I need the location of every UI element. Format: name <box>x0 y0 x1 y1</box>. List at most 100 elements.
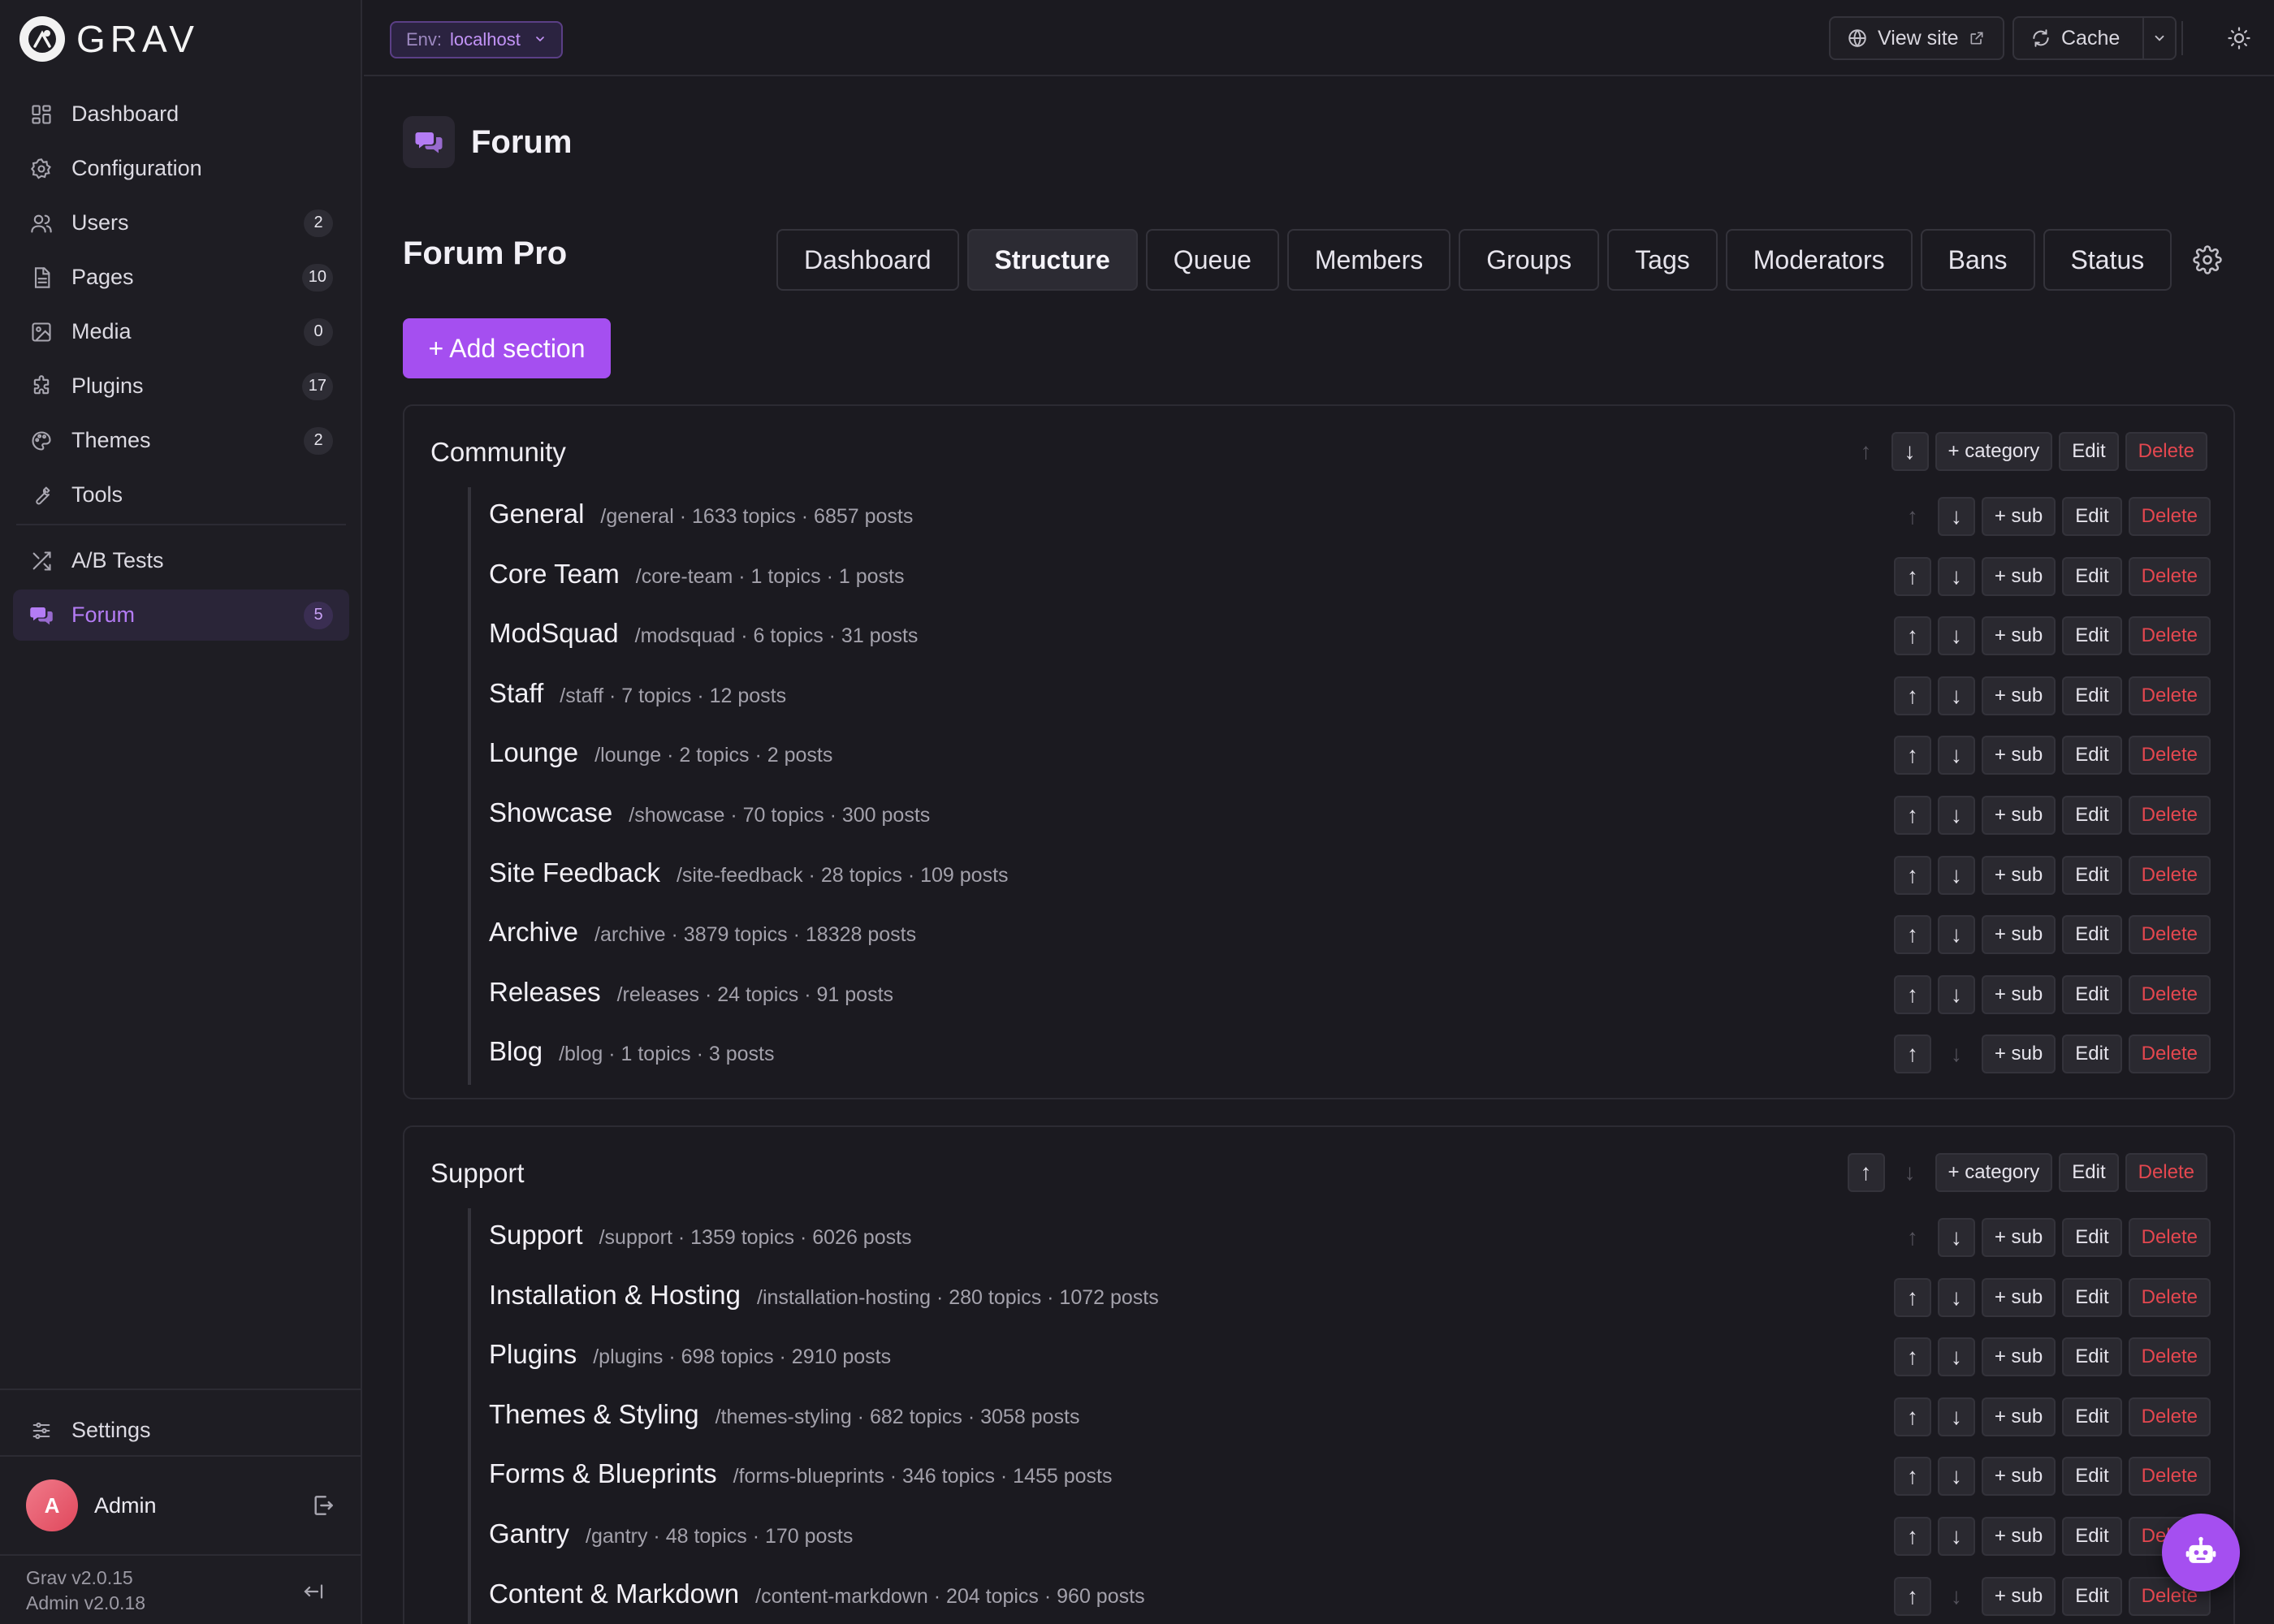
sidebar-item-plugins[interactable]: Plugins 17 <box>13 361 349 412</box>
category-name[interactable]: ModSquad <box>489 618 619 649</box>
sun-icon[interactable] <box>2224 23 2255 54</box>
cache-dropdown-button[interactable] <box>2142 16 2177 60</box>
sidebar-item-tools[interactable]: Tools <box>13 469 349 520</box>
category-name[interactable]: Showcase <box>489 797 612 828</box>
move-category-up-button[interactable]: ↑ <box>1893 915 1931 955</box>
add-subcategory-button[interactable]: + sub <box>1981 736 2056 775</box>
delete-section-button[interactable]: Delete <box>2125 432 2207 471</box>
add-subcategory-button[interactable]: + sub <box>1981 1457 2056 1497</box>
move-category-up-button[interactable]: ↑ <box>1893 736 1931 775</box>
move-category-up-button[interactable]: ↑ <box>1893 1576 1931 1616</box>
edit-category-button[interactable]: Edit <box>2062 795 2122 835</box>
move-category-down-button[interactable]: ↓ <box>1937 1337 1975 1377</box>
edit-category-button[interactable]: Edit <box>2062 736 2122 775</box>
sidebar-item-a-b-tests[interactable]: A/B Tests <box>13 535 349 586</box>
add-subcategory-button[interactable]: + sub <box>1981 855 2056 895</box>
add-subcategory-button[interactable]: + sub <box>1981 1576 2056 1616</box>
tab-tags[interactable]: Tags <box>1607 229 1718 291</box>
move-category-down-button[interactable]: ↓ <box>1937 1277 1975 1317</box>
tab-status[interactable]: Status <box>2043 229 2172 291</box>
add-subcategory-button[interactable]: + sub <box>1981 1516 2056 1556</box>
move-category-down-button[interactable]: ↓ <box>1937 1397 1975 1436</box>
delete-category-button[interactable]: Delete <box>2128 915 2211 955</box>
category-name[interactable]: Site Feedback <box>489 857 660 888</box>
add-subcategory-button[interactable]: + sub <box>1981 974 2056 1014</box>
add-subcategory-button[interactable]: + sub <box>1981 1277 2056 1317</box>
delete-category-button[interactable]: Delete <box>2128 1397 2211 1436</box>
sidebar-item-themes[interactable]: Themes 2 <box>13 415 349 466</box>
add-category-button[interactable]: + category <box>1935 432 2053 471</box>
add-subcategory-button[interactable]: + sub <box>1981 676 2056 715</box>
move-category-up-button[interactable]: ↑ <box>1893 795 1931 835</box>
move-category-up-button[interactable]: ↑ <box>1893 1337 1931 1377</box>
delete-category-button[interactable]: Delete <box>2128 974 2211 1014</box>
tab-queue[interactable]: Queue <box>1145 229 1279 291</box>
logout-icon[interactable] <box>310 1492 336 1518</box>
tab-dashboard[interactable]: Dashboard <box>776 229 959 291</box>
delete-category-button[interactable]: Delete <box>2128 795 2211 835</box>
add-subcategory-button[interactable]: + sub <box>1981 1218 2056 1257</box>
move-category-down-button[interactable]: ↓ <box>1938 1034 1975 1073</box>
edit-category-button[interactable]: Edit <box>2062 1218 2122 1257</box>
tab-groups[interactable]: Groups <box>1459 229 1600 291</box>
add-subcategory-button[interactable]: + sub <box>1981 497 2056 536</box>
edit-category-button[interactable]: Edit <box>2062 1034 2122 1074</box>
category-name[interactable]: Support <box>489 1220 583 1250</box>
add-section-button[interactable]: + Add section <box>403 318 611 378</box>
delete-category-button[interactable]: Delete <box>2128 1337 2211 1377</box>
move-section-down-button[interactable]: ↓ <box>1891 432 1929 471</box>
move-category-down-button[interactable]: ↓ <box>1937 1516 1975 1556</box>
move-category-down-button[interactable]: ↓ <box>1937 616 1975 656</box>
move-category-up-button[interactable]: ↑ <box>1893 974 1931 1014</box>
sidebar-item-dashboard[interactable]: Dashboard <box>13 89 349 140</box>
delete-category-button[interactable]: Delete <box>2128 1277 2211 1317</box>
edit-category-button[interactable]: Edit <box>2062 1277 2122 1317</box>
add-subcategory-button[interactable]: + sub <box>1981 616 2056 656</box>
move-category-up-button[interactable]: ↑ <box>1893 1457 1931 1497</box>
tab-bans[interactable]: Bans <box>1920 229 2035 291</box>
add-subcategory-button[interactable]: + sub <box>1981 1337 2056 1377</box>
category-name[interactable]: Core Team <box>489 559 620 590</box>
sidebar-item-settings[interactable]: Settings <box>13 1405 349 1456</box>
delete-category-button[interactable]: Delete <box>2128 497 2211 536</box>
view-site-button[interactable]: View site <box>1829 16 2004 60</box>
category-name[interactable]: Content & Markdown <box>489 1579 739 1609</box>
edit-category-button[interactable]: Edit <box>2062 676 2122 715</box>
category-name[interactable]: Releases <box>489 977 601 1008</box>
edit-category-button[interactable]: Edit <box>2062 1516 2122 1556</box>
move-category-up-button[interactable]: ↑ <box>1893 1034 1931 1074</box>
move-category-up-button[interactable]: ↑ <box>1893 616 1931 656</box>
delete-section-button[interactable]: Delete <box>2125 1153 2207 1192</box>
add-subcategory-button[interactable]: + sub <box>1981 1397 2056 1436</box>
delete-category-button[interactable]: Delete <box>2128 1034 2211 1074</box>
delete-category-button[interactable]: Delete <box>2128 556 2211 596</box>
move-category-up-button[interactable]: ↑ <box>1893 676 1931 715</box>
move-section-down-button[interactable]: ↓ <box>1891 1153 1929 1192</box>
assistant-bot-button[interactable] <box>2162 1514 2240 1592</box>
user-menu[interactable]: A Admin <box>26 1479 336 1531</box>
move-category-up-button[interactable]: ↑ <box>1894 497 1931 536</box>
sidebar-item-forum[interactable]: Forum 5 <box>13 590 349 641</box>
edit-category-button[interactable]: Edit <box>2062 556 2122 596</box>
move-category-down-button[interactable]: ↓ <box>1937 736 1975 775</box>
sidebar-item-users[interactable]: Users 2 <box>13 197 349 248</box>
edit-section-button[interactable]: Edit <box>2059 432 2119 471</box>
move-section-up-button[interactable]: ↑ <box>1848 432 1885 471</box>
category-name[interactable]: Themes & Styling <box>489 1399 699 1430</box>
move-category-up-button[interactable]: ↑ <box>1893 1516 1931 1556</box>
move-category-down-button[interactable]: ↓ <box>1937 556 1975 596</box>
add-subcategory-button[interactable]: + sub <box>1981 1034 2056 1074</box>
delete-category-button[interactable]: Delete <box>2128 1218 2211 1257</box>
category-name[interactable]: Archive <box>489 917 578 948</box>
tab-members[interactable]: Members <box>1286 229 1451 291</box>
move-category-down-button[interactable]: ↓ <box>1938 1577 1975 1616</box>
edit-category-button[interactable]: Edit <box>2062 1457 2122 1497</box>
edit-category-button[interactable]: Edit <box>2062 915 2122 955</box>
category-name[interactable]: General <box>489 499 584 529</box>
delete-category-button[interactable]: Delete <box>2128 736 2211 775</box>
move-category-up-button[interactable]: ↑ <box>1893 556 1931 596</box>
grav-logo[interactable]: GRAV <box>19 16 199 62</box>
move-category-down-button[interactable]: ↓ <box>1937 974 1975 1014</box>
move-category-down-button[interactable]: ↓ <box>1937 915 1975 955</box>
move-category-down-button[interactable]: ↓ <box>1937 676 1975 715</box>
